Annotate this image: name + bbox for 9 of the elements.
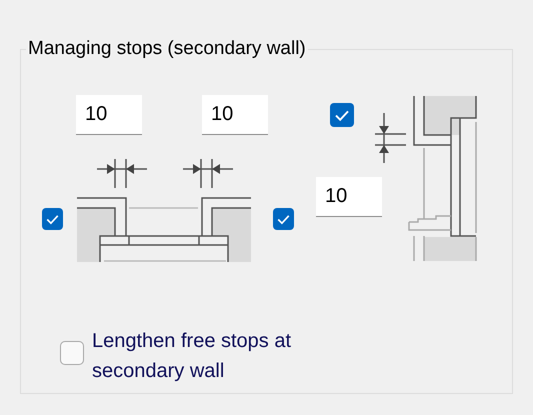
checkbox[interactable] xyxy=(273,208,294,230)
number-field[interactable]: 10 xyxy=(202,95,268,135)
checkbox[interactable] xyxy=(60,341,84,365)
checkbox[interactable] xyxy=(330,103,354,127)
checkbox[interactable] xyxy=(42,208,63,230)
checkbox-label[interactable]: Lengthen free stops at secondary wall xyxy=(92,326,342,386)
number-field[interactable]: 10 xyxy=(76,95,142,135)
group-title: Managing stops (secondary wall) xyxy=(27,38,307,60)
number-field[interactable]: 10 xyxy=(316,177,382,217)
